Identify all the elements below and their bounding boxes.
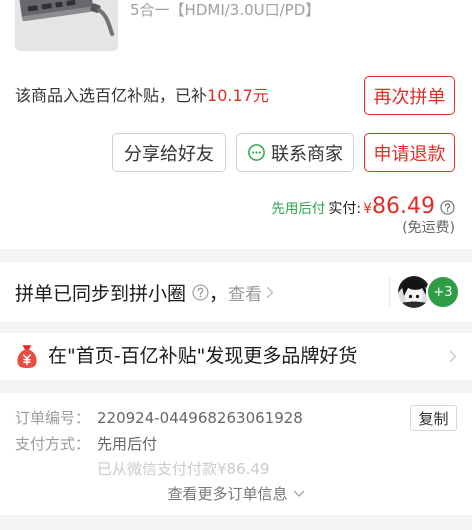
promo-text[interactable]: 在"首页-百亿补贴"发现更多品牌好货 [48,333,357,380]
group-sync-card[interactable]: 拼单已同步到拼小圈 ， 查看 +3 [0,262,472,322]
more-order-info-toggle[interactable]: 查看更多订单信息 [0,484,472,504]
vertical-divider [389,277,390,307]
chevron-down-icon [293,490,305,498]
chevron-right-icon[interactable] [266,286,274,299]
subsidy-amount: 10.17元 [207,86,269,105]
paid-via-note: 已从微信支付付款¥86.49 [97,460,270,478]
order-number-label: 订单编号： [15,409,91,427]
usb-hub-image [15,0,118,51]
refund-button[interactable]: 申请退款 [364,133,455,172]
payment-summary: 先用后付 实付: ¥ 86.49 [271,194,455,220]
promo-card[interactable]: 在"首页-百亿补贴"发现更多品牌好货 [0,333,472,380]
contact-seller-label: 联系商家 [271,143,343,165]
paid-amount: 86.49 [372,194,435,219]
payment-method-row: 支付方式： 先用后付 [15,434,157,454]
reorder-button[interactable]: 再次拼单 [364,76,455,115]
pay-later-tag: 先用后付 [271,201,326,217]
more-members-badge[interactable]: +3 [426,275,460,309]
price-help-icon[interactable] [440,199,455,215]
group-sync-comma: ， [209,282,229,305]
subsidy-note: 该商品入选百亿补贴，已补10.17元 [15,86,269,106]
paid-label: 实付: [328,201,362,217]
order-number-row: 订单编号： 220924-044968263061928 [15,408,303,428]
copy-order-number-button[interactable]: 复制 [410,405,457,431]
group-sync-line[interactable]: 拼单已同步到拼小圈 ， 查看 [15,262,274,322]
group-sync-view-link[interactable]: 查看 [228,280,262,305]
product-thumbnail[interactable] [15,0,118,51]
group-sync-help-icon[interactable] [192,283,209,301]
more-order-info-label: 查看更多订单信息 [167,485,288,503]
chat-icon [247,143,266,162]
share-button[interactable]: 分享给好友 [112,133,226,172]
contact-seller-button[interactable]: 联系商家 [236,133,354,172]
shipping-note: (免运费) [402,220,455,236]
order-info-card: 订单编号： 220924-044968263061928 复制 支付方式： 先用后付… [0,393,472,515]
money-bag-icon [16,344,38,369]
chevron-right-icon[interactable] [449,350,457,363]
payment-method-label: 支付方式： [15,435,91,453]
currency-symbol: ¥ [363,201,373,217]
order-number-value: 220924-044968263061928 [97,409,303,427]
subsidy-text: 该商品入选百亿补贴，已补 [15,86,208,105]
order-goods-card: 5合一【HDMI/3.0U口/PD】 该商品入选百亿补贴，已补10.17元 再次… [0,0,472,249]
group-sync-text: 拼单已同步到拼小圈 [15,282,187,305]
payment-method-value: 先用后付 [97,435,158,453]
product-spec: 5合一【HDMI/3.0U口/PD】 [130,1,321,19]
